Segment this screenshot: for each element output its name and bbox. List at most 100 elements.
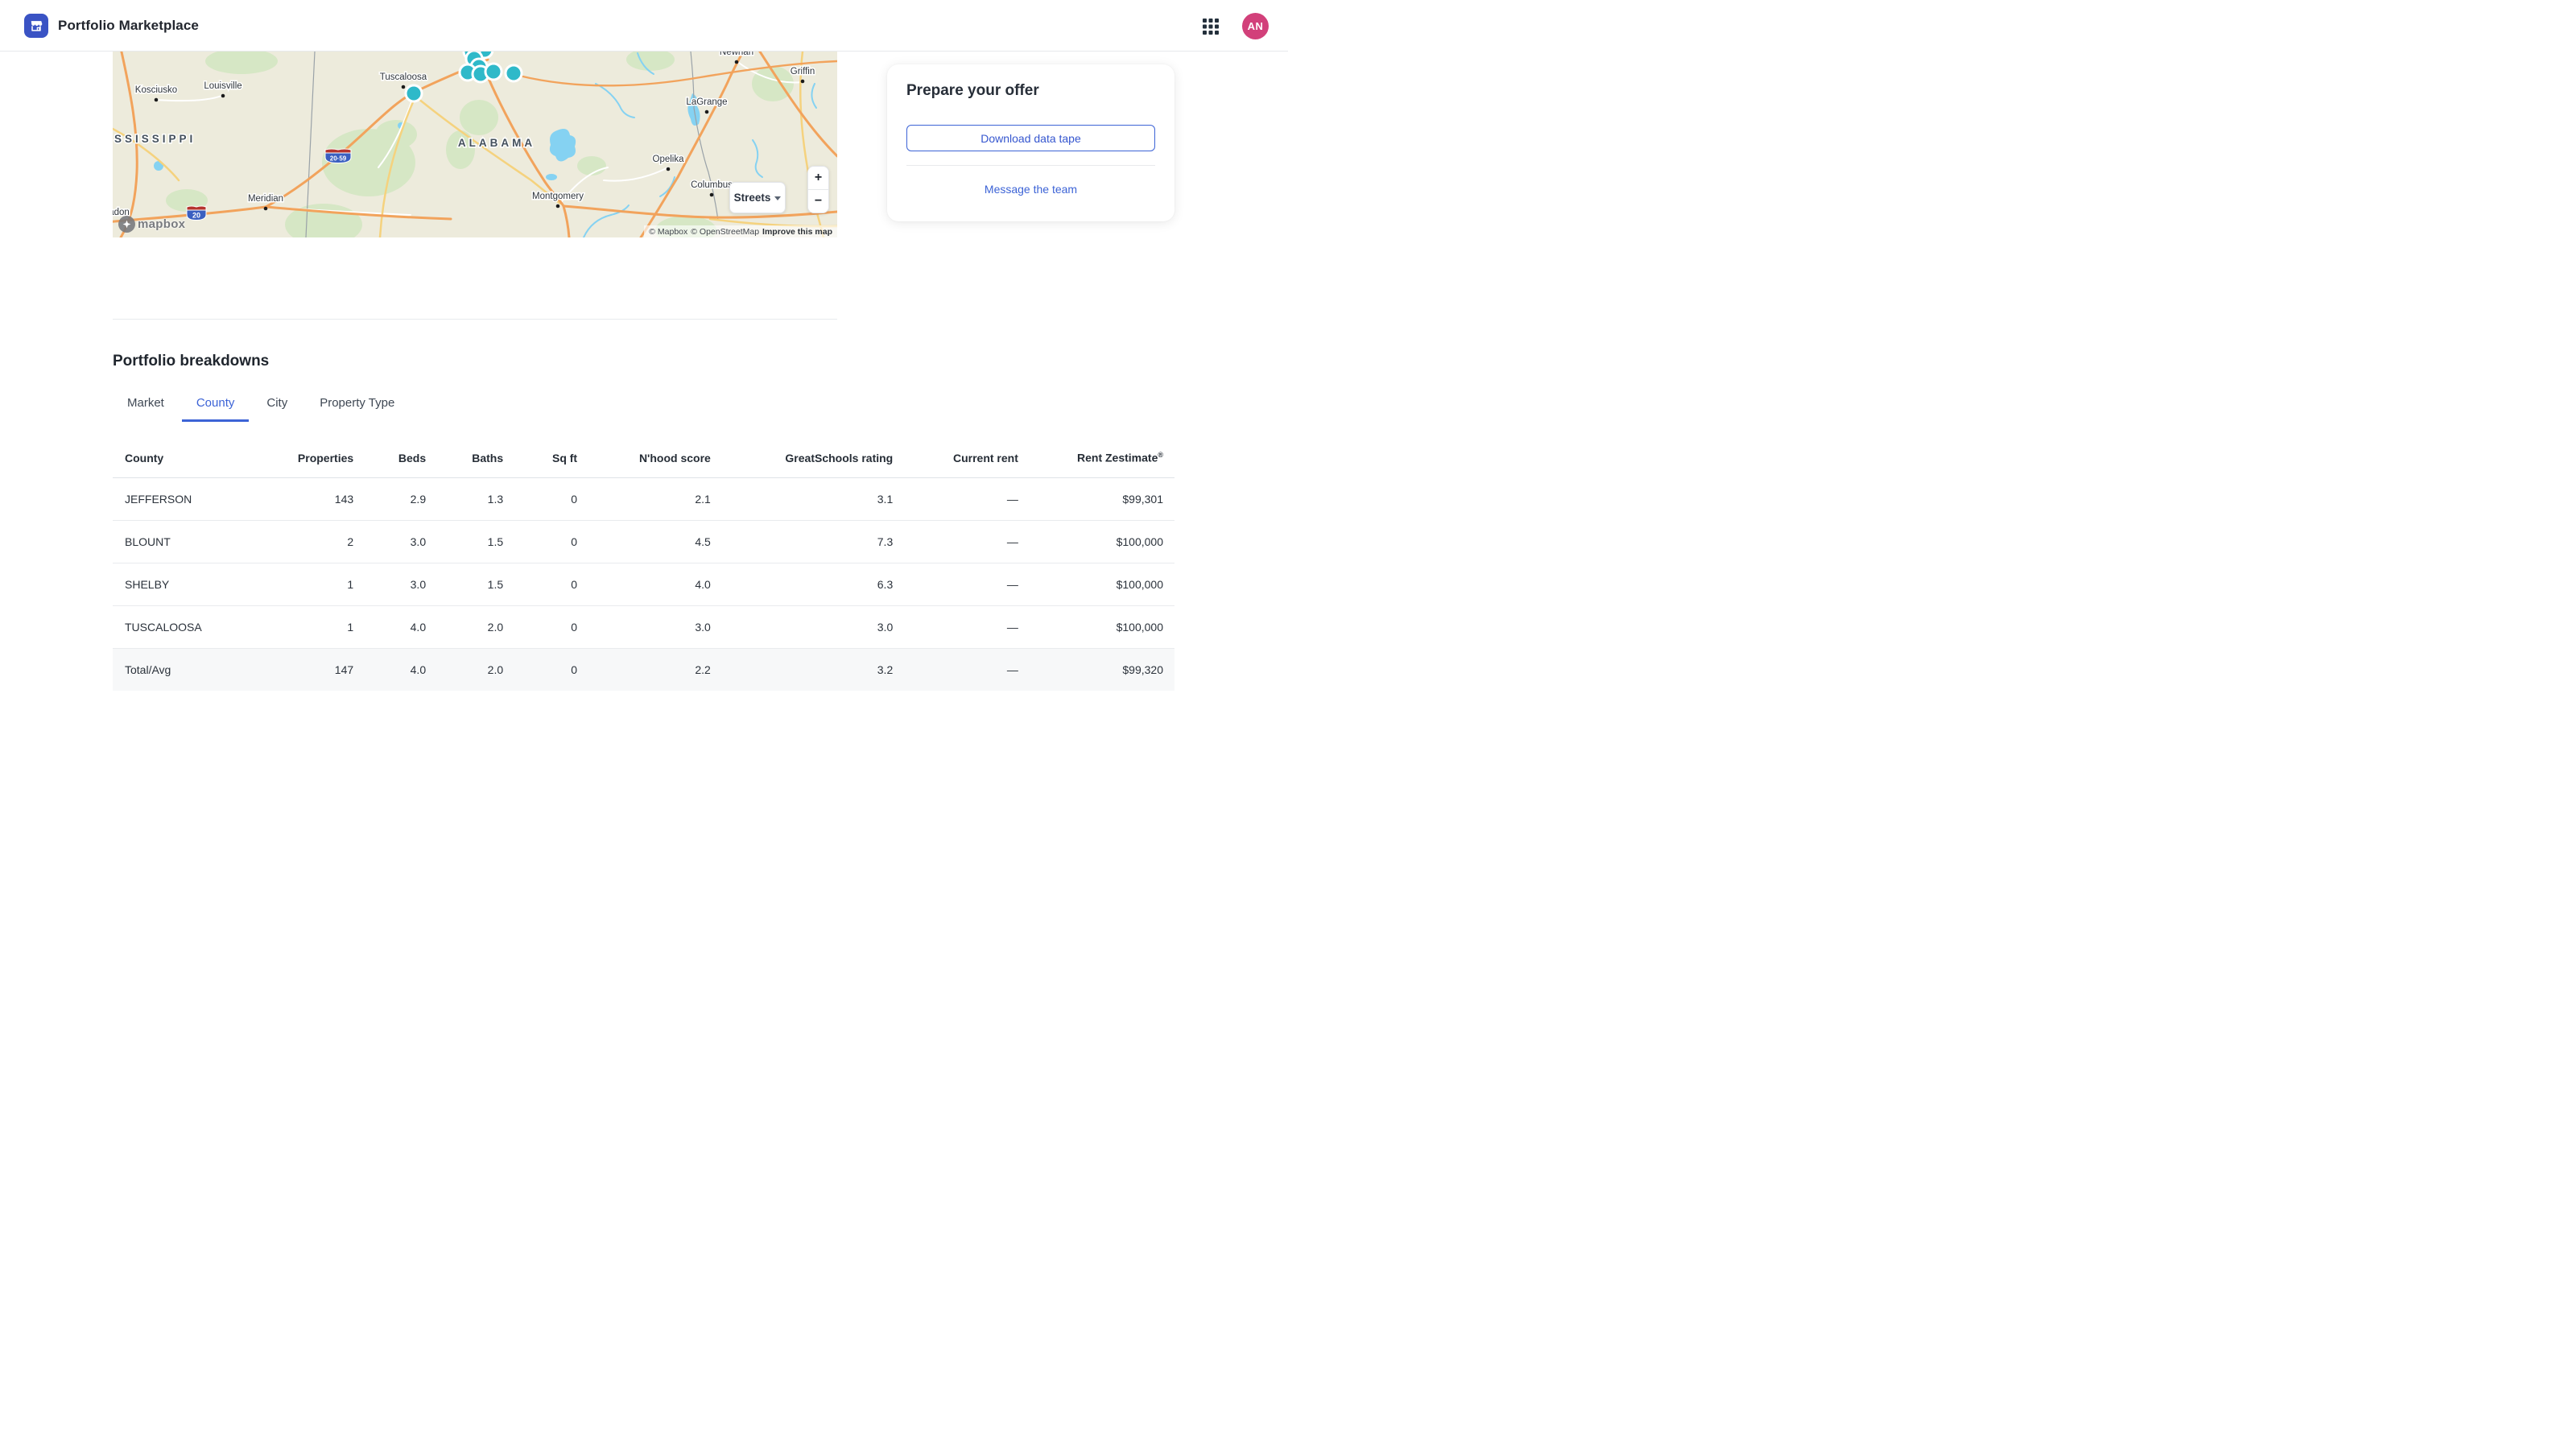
- tab-city[interactable]: City: [252, 386, 302, 422]
- table-cell: 1.5: [426, 520, 503, 563]
- table-row: TUSCALOOSA14.02.003.03.0—$100,000: [113, 605, 1174, 648]
- table-cell: 1.5: [426, 563, 503, 605]
- improve-map-link[interactable]: Improve this map: [762, 227, 832, 237]
- tab-property-type[interactable]: Property Type: [305, 386, 409, 422]
- apps-grid-icon[interactable]: [1199, 15, 1222, 38]
- table-cell: Total/Avg: [113, 648, 251, 691]
- column-header: Baths: [426, 439, 503, 477]
- svg-text:20·59: 20·59: [330, 155, 347, 163]
- table-cell: 2.0: [426, 648, 503, 691]
- app-logo[interactable]: [24, 14, 48, 38]
- mapbox-wordmark: mapbox: [138, 217, 185, 231]
- table-cell: 4.0: [577, 563, 711, 605]
- table-cell: 3.0: [577, 605, 711, 648]
- table-cell: $99,301: [1018, 477, 1174, 520]
- table-header-row: CountyPropertiesBedsBathsSq ftN'hood sco…: [113, 439, 1174, 477]
- breakdown-tabs: MarketCountyCityProperty Type: [113, 386, 412, 422]
- table-cell: 4.0: [353, 648, 426, 691]
- table-cell: 3.0: [353, 520, 426, 563]
- message-team-link[interactable]: Message the team: [985, 183, 1077, 196]
- column-header: Properties: [251, 439, 353, 477]
- storefront-icon: [28, 18, 44, 34]
- table-cell: 0: [503, 648, 577, 691]
- table-cell: BLOUNT: [113, 520, 251, 563]
- table-cell: —: [893, 563, 1018, 605]
- table-cell: 3.0: [711, 605, 893, 648]
- table-cell: 143: [251, 477, 353, 520]
- map-style-selector[interactable]: Streets: [729, 182, 786, 213]
- table-cell: —: [893, 605, 1018, 648]
- column-header: Rent Zestimate®: [1018, 439, 1174, 477]
- city-label: Opelika: [653, 155, 685, 164]
- column-header: GreatSchools rating: [711, 439, 893, 477]
- table-row: SHELBY13.01.504.06.3—$100,000: [113, 563, 1174, 605]
- property-marker[interactable]: [406, 85, 422, 101]
- city-label: Kosciusko: [135, 85, 177, 95]
- city-label: Montgomery: [532, 192, 584, 201]
- offer-card-title: Prepare your offer: [906, 82, 1155, 100]
- tab-market[interactable]: Market: [113, 386, 179, 422]
- table-cell: 3.0: [353, 563, 426, 605]
- table-cell: $100,000: [1018, 520, 1174, 563]
- table-cell: 3.1: [711, 477, 893, 520]
- table-row: JEFFERSON1432.91.302.13.1—$99,301: [113, 477, 1174, 520]
- interstate-shield: 20: [187, 206, 206, 221]
- state-label: SSISSIPPI: [114, 133, 196, 145]
- city-label: Tuscaloosa: [380, 72, 427, 82]
- tab-county[interactable]: County: [182, 386, 250, 422]
- prepare-offer-card: Prepare your offer Download data tape Me…: [887, 64, 1174, 221]
- table-cell: 147: [251, 648, 353, 691]
- zoom-in-button[interactable]: +: [808, 167, 828, 190]
- table-cell: $100,000: [1018, 605, 1174, 648]
- breakdowns-title: Portfolio breakdowns: [113, 353, 269, 370]
- table-cell: —: [893, 477, 1018, 520]
- osm-attribution-link[interactable]: © OpenStreetMap: [691, 227, 759, 237]
- table-cell: 0: [503, 605, 577, 648]
- property-marker[interactable]: [485, 64, 502, 80]
- table-total-row: Total/Avg1474.02.002.23.2—$99,320: [113, 648, 1174, 691]
- property-marker[interactable]: [506, 65, 522, 81]
- table-cell: 2.1: [577, 477, 711, 520]
- table-cell: 2.0: [426, 605, 503, 648]
- column-header: Sq ft: [503, 439, 577, 477]
- table-cell: 7.3: [711, 520, 893, 563]
- column-header: County: [113, 439, 251, 477]
- mapbox-attribution-link[interactable]: © Mapbox: [649, 227, 687, 237]
- offer-card-divider: [906, 165, 1155, 166]
- city-label: Newnan: [720, 52, 753, 57]
- table-cell: 0: [503, 477, 577, 520]
- table-cell: $99,320: [1018, 648, 1174, 691]
- table-cell: 2.2: [577, 648, 711, 691]
- city-label: Columbus: [691, 180, 733, 190]
- table-cell: 0: [503, 520, 577, 563]
- table-cell: TUSCALOOSA: [113, 605, 251, 648]
- table-cell: 1.3: [426, 477, 503, 520]
- download-data-tape-button[interactable]: Download data tape: [906, 125, 1155, 151]
- state-label: ALABAMA: [458, 137, 535, 149]
- interstate-shield: 20·59: [325, 149, 351, 163]
- table-cell: 1: [251, 563, 353, 605]
- table-row: BLOUNT23.01.504.57.3—$100,000: [113, 520, 1174, 563]
- column-header: N'hood score: [577, 439, 711, 477]
- column-header: Beds: [353, 439, 426, 477]
- table-cell: —: [893, 648, 1018, 691]
- column-header: Current rent: [893, 439, 1018, 477]
- table-cell: 2.9: [353, 477, 426, 520]
- zoom-out-button[interactable]: −: [808, 190, 828, 213]
- table-cell: 0: [503, 563, 577, 605]
- chevron-down-icon: [774, 196, 781, 200]
- table-cell: 2: [251, 520, 353, 563]
- table-cell: —: [893, 520, 1018, 563]
- city-label: Meridian: [248, 194, 283, 204]
- page-title: Portfolio Marketplace: [58, 0, 199, 52]
- map-zoom-control: + −: [807, 166, 829, 213]
- avatar[interactable]: AN: [1242, 13, 1269, 39]
- table-cell: $100,000: [1018, 563, 1174, 605]
- mapbox-logo[interactable]: mapbox: [118, 216, 185, 233]
- map-style-label: Streets: [734, 192, 771, 204]
- page: Portfolio Marketplace AN: [0, 0, 1288, 724]
- table-cell: SHELBY: [113, 563, 251, 605]
- section-divider: [113, 319, 837, 320]
- map[interactable]: SSISSIPPIALABAMAKosciuskoLouisvilleTusca…: [113, 52, 837, 237]
- app-header: Portfolio Marketplace AN: [0, 0, 1288, 52]
